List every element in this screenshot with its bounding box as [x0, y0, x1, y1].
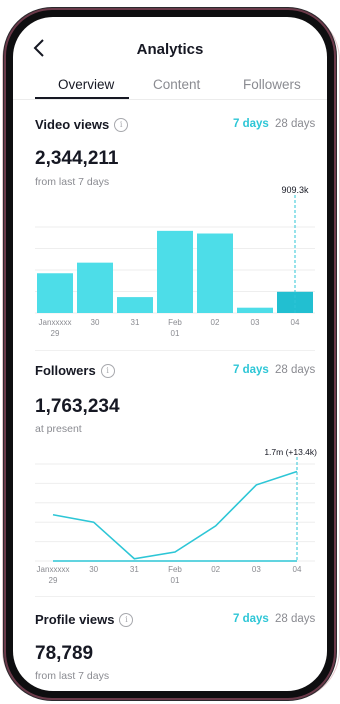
series-line [52, 470, 298, 560]
page-title: Analytics [136, 41, 204, 58]
x-tick-label: 03 [251, 318, 260, 327]
followers-line-chart: 1.7m (+13.4k) Janxxxxx 29 30 31 Feb 01 02 03 04 [35, 447, 317, 585]
profile-views-title: Profile views i [35, 612, 134, 627]
video-views-label: Video views [35, 117, 110, 132]
x-tick-label: Janxxxxx [39, 318, 72, 327]
tab-divider [13, 99, 327, 100]
followers-range-7-days[interactable]: 7 days [233, 364, 269, 376]
video-views-bar-chart: 909.3k Janxxxxx 29 30 31 Feb 01 02 03 04 [35, 185, 315, 338]
x-tick-label: 01 [171, 576, 180, 585]
x-tick-label: 31 [131, 318, 140, 327]
x-tick-label: 29 [49, 576, 58, 585]
highlight-value-label: 1.7m (+13.4k) [264, 447, 317, 457]
x-tick-label: Janxxxxx [37, 565, 70, 574]
followers-title: Followers i [35, 363, 115, 378]
x-tick-label: 04 [291, 318, 300, 327]
bar [237, 307, 273, 313]
followers-subtext: at present [35, 423, 82, 435]
bar [117, 297, 153, 313]
x-tick-label: Feb [168, 318, 182, 327]
video-views-range-7-days[interactable]: 7 days [233, 118, 269, 130]
x-tick-label: 02 [211, 565, 220, 574]
analytics-screen: Analytics Overview Content Followers Vid… [13, 17, 327, 691]
tab-overview[interactable]: Overview [58, 77, 114, 92]
tab-followers[interactable]: Followers [243, 77, 301, 92]
header: Analytics [13, 17, 327, 65]
bar [197, 233, 233, 313]
profile-views-subtext: from last 7 days [35, 670, 110, 682]
profile-views-range-28-days[interactable]: 28 days [275, 613, 315, 625]
x-tick-label: 03 [252, 565, 261, 574]
x-tick-label: 31 [130, 565, 139, 574]
info-icon[interactable]: i [119, 612, 134, 627]
info-icon[interactable]: i [100, 363, 115, 378]
bar [77, 262, 113, 313]
section-divider [35, 350, 315, 351]
profile-views-range-7-days[interactable]: 7 days [233, 613, 269, 625]
info-icon[interactable]: i [114, 117, 129, 132]
video-views-title: Video views i [35, 117, 129, 132]
x-tick-label: 30 [89, 565, 98, 574]
x-tick-label: 04 [293, 565, 302, 574]
bar [37, 273, 73, 313]
x-tick-label: 01 [171, 329, 180, 338]
video-views-range-28-days[interactable]: 28 days [275, 118, 315, 130]
bar [157, 230, 193, 313]
section-divider [35, 596, 315, 597]
followers-value: 1,763,234 [35, 396, 120, 417]
profile-views-label: Profile views [35, 612, 115, 627]
tab-content[interactable]: Content [153, 77, 200, 92]
followers-label: Followers [35, 363, 96, 378]
x-tick-label: Feb [168, 565, 182, 574]
x-tick-label: 29 [51, 329, 60, 338]
highlight-value-label: 909.3k [281, 185, 309, 195]
followers-range-28-days[interactable]: 28 days [275, 364, 315, 376]
x-tick-label: 02 [211, 318, 220, 327]
profile-views-value: 78,789 [35, 643, 94, 664]
x-tick-label: 30 [91, 318, 100, 327]
